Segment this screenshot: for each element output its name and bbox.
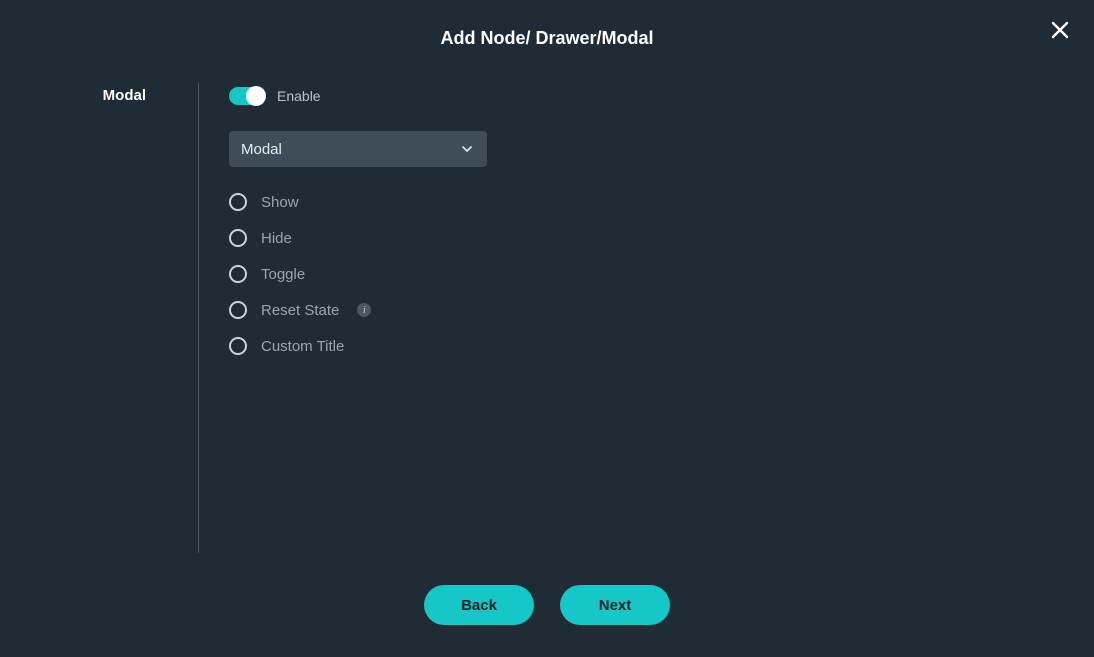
modal-body: Modal Enable Modal Show bbox=[0, 83, 1094, 553]
radio-toggle[interactable]: Toggle bbox=[229, 265, 487, 283]
modal-footer: Back Next bbox=[0, 585, 1094, 625]
enable-label: Enable bbox=[277, 88, 321, 104]
radio-label: Hide bbox=[261, 230, 292, 247]
radio-circle-icon bbox=[229, 337, 247, 355]
chevron-down-icon bbox=[461, 143, 473, 155]
radio-circle-icon bbox=[229, 301, 247, 319]
close-button[interactable] bbox=[1048, 18, 1072, 42]
radio-label: Reset State bbox=[261, 302, 339, 319]
modal-content: Enable Modal Show Hide To bbox=[199, 83, 487, 553]
radio-reset-state[interactable]: Reset State i bbox=[229, 301, 487, 319]
modal-title: Add Node/ Drawer/Modal bbox=[0, 0, 1094, 49]
radio-label: Custom Title bbox=[261, 338, 344, 355]
enable-toggle[interactable] bbox=[229, 87, 265, 105]
info-icon[interactable]: i bbox=[357, 303, 371, 317]
radio-show[interactable]: Show bbox=[229, 193, 487, 211]
radio-custom-title[interactable]: Custom Title bbox=[229, 337, 487, 355]
radio-list: Show Hide Toggle Reset State i Cus bbox=[229, 193, 487, 355]
type-select[interactable]: Modal bbox=[229, 131, 487, 167]
next-button[interactable]: Next bbox=[560, 585, 670, 625]
enable-row: Enable bbox=[229, 87, 487, 105]
side-label: Modal bbox=[0, 83, 198, 553]
radio-label: Show bbox=[261, 194, 299, 211]
select-value: Modal bbox=[241, 141, 282, 158]
toggle-knob bbox=[246, 86, 266, 106]
radio-circle-icon bbox=[229, 265, 247, 283]
radio-hide[interactable]: Hide bbox=[229, 229, 487, 247]
close-icon bbox=[1051, 21, 1069, 39]
radio-circle-icon bbox=[229, 229, 247, 247]
back-button[interactable]: Back bbox=[424, 585, 534, 625]
add-node-modal: Add Node/ Drawer/Modal Modal Enable Moda… bbox=[0, 0, 1094, 657]
radio-circle-icon bbox=[229, 193, 247, 211]
radio-label: Toggle bbox=[261, 266, 305, 283]
